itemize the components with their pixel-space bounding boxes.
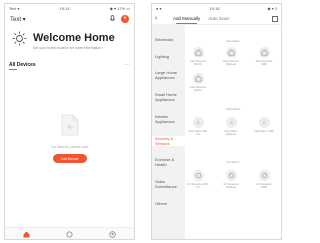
back-icon[interactable]: ‹ [155, 15, 165, 22]
bottom-tab-bar [5, 227, 134, 239]
co-detector-icon [225, 170, 237, 181]
smart-tab-icon[interactable] [66, 225, 73, 240]
empty-state: No devices, please add Add Device [5, 114, 134, 163]
device-label: Gas Detector (NB) [255, 59, 273, 66]
gas-detector-icon [192, 73, 204, 84]
sun-icon [12, 31, 27, 51]
category-small-home-appliances[interactable]: Small Home Appliances [152, 92, 185, 102]
category-video-surveillance[interactable]: Video Surveillance [152, 179, 185, 189]
co-detector-icon [192, 170, 204, 181]
category-security-sensors[interactable]: Security & Sensors [152, 135, 185, 146]
status-bar: ● ▾ 19:15 ◆ ▾ 2 [152, 4, 281, 13]
co2-alarm-icon: C [225, 117, 237, 128]
clock: 19:14 [59, 6, 70, 11]
devices-header: All Devices ··· [5, 53, 134, 69]
co2-alarm-icon: C [192, 117, 204, 128]
device-tile[interactable]: C CO2 Alarm (Wi-Fi) [187, 117, 209, 136]
device-tile[interactable]: C CO2 Alarm (Zigbee) [220, 117, 242, 136]
add-device-screen: ● ▾ 19:15 ◆ ▾ 2 ‹ Add Manually Auto Scan… [151, 3, 282, 240]
welcome-banner: Welcome Home Set your home location for … [5, 25, 134, 53]
scan-icon[interactable] [272, 15, 278, 22]
add-device-header: ‹ Add Manually Auto Scan [152, 13, 281, 25]
tab-auto-scan[interactable]: Auto Scan [208, 16, 229, 21]
tab-add-manually[interactable]: Add Manually [173, 16, 200, 24]
device-label: Gas Detector (Zigbee) [222, 59, 240, 66]
section-title: CO2 Alarm [225, 107, 241, 111]
clock: 19:15 [209, 6, 220, 11]
device-tile[interactable]: Gas Detector (other) [187, 73, 209, 92]
svg-text:C: C [230, 120, 233, 125]
welcome-title: Welcome Home [33, 32, 115, 44]
category-kitchen-appliances[interactable]: Kitchen Appliances [152, 114, 185, 124]
mic-icon[interactable] [108, 15, 116, 23]
device-tile[interactable]: Gas Detector (Zigbee) [220, 47, 242, 66]
co2-alarm-icon: C [258, 117, 270, 128]
profile-tab-icon[interactable] [109, 225, 116, 240]
gas-detector-icon [225, 47, 237, 58]
section-title: CO Alarm [226, 160, 240, 164]
device-label: Gas Detector (other) [189, 85, 207, 92]
category-large-home-appliances[interactable]: Large Home Appliances [152, 70, 185, 80]
device-label: CO Detector (Wi-Fi) [187, 182, 209, 189]
svg-text:C: C [263, 120, 266, 125]
device-tile[interactable]: Gas Detector (Wi-Fi) [187, 47, 209, 66]
category-exercise-health[interactable]: Exercise & Health [152, 157, 185, 167]
carrier-text: Text ▾ [9, 6, 20, 11]
svg-text:C: C [197, 120, 200, 125]
battery-indicator: ◆ ▾ 17% ▭ [109, 6, 130, 11]
all-devices-tab[interactable]: All Devices [9, 62, 36, 68]
device-label: CO2 Alarm (Wi-Fi) [188, 129, 208, 136]
empty-message: No devices, please add [51, 145, 88, 149]
gas-detector-icon [192, 47, 204, 58]
home-screen: Text ▾ 19:14 ◆ ▾ 17% ▭ Text ▾ + Welcome … [4, 3, 135, 240]
empty-device-icon [60, 114, 80, 141]
battery-indicator: ◆ ▾ 2 [267, 6, 277, 11]
co-detector-icon [258, 170, 270, 181]
add-device-button[interactable]: Add Device [52, 154, 87, 163]
device-tile[interactable]: CO Detector (Wi-Fi) [187, 170, 209, 189]
home-header: Text ▾ + [5, 13, 134, 25]
device-label: CO2 Alarm (Zigbee) [224, 129, 238, 136]
device-tile[interactable]: Gas Detector (NB) [253, 47, 275, 66]
home-tab-icon[interactable] [23, 225, 30, 240]
device-tile[interactable]: CO Detector (NB) [253, 170, 275, 189]
device-grid: Gas Alarm Gas Detector (Wi-Fi) Gas Detec… [185, 25, 281, 239]
tab-indicator [9, 69, 17, 70]
gas-detector-icon [258, 47, 270, 58]
set-location-link[interactable]: Set your home location for more informat… [33, 46, 115, 50]
more-icon[interactable]: ··· [125, 62, 130, 68]
device-label: CO Detector (NB) [256, 182, 272, 189]
category-sidebar: Electrician Lighting Large Home Applianc… [152, 25, 185, 239]
status-bar: Text ▾ 19:14 ◆ ▾ 17% ▭ [5, 4, 134, 13]
device-label: CO2 Alarm (NB) [253, 129, 275, 133]
device-label: CO Detector (Zigbee) [223, 182, 239, 189]
add-device-plus-button[interactable]: + [121, 15, 129, 23]
device-tile[interactable]: CO Detector (Zigbee) [220, 170, 242, 189]
home-selector[interactable]: Text ▾ [10, 16, 26, 23]
section-title: Gas Alarm [225, 39, 240, 43]
device-label: Gas Detector (Wi-Fi) [189, 59, 207, 66]
carrier-text: ● ▾ [156, 6, 162, 11]
device-tile[interactable]: C CO2 Alarm (NB) [253, 117, 275, 133]
